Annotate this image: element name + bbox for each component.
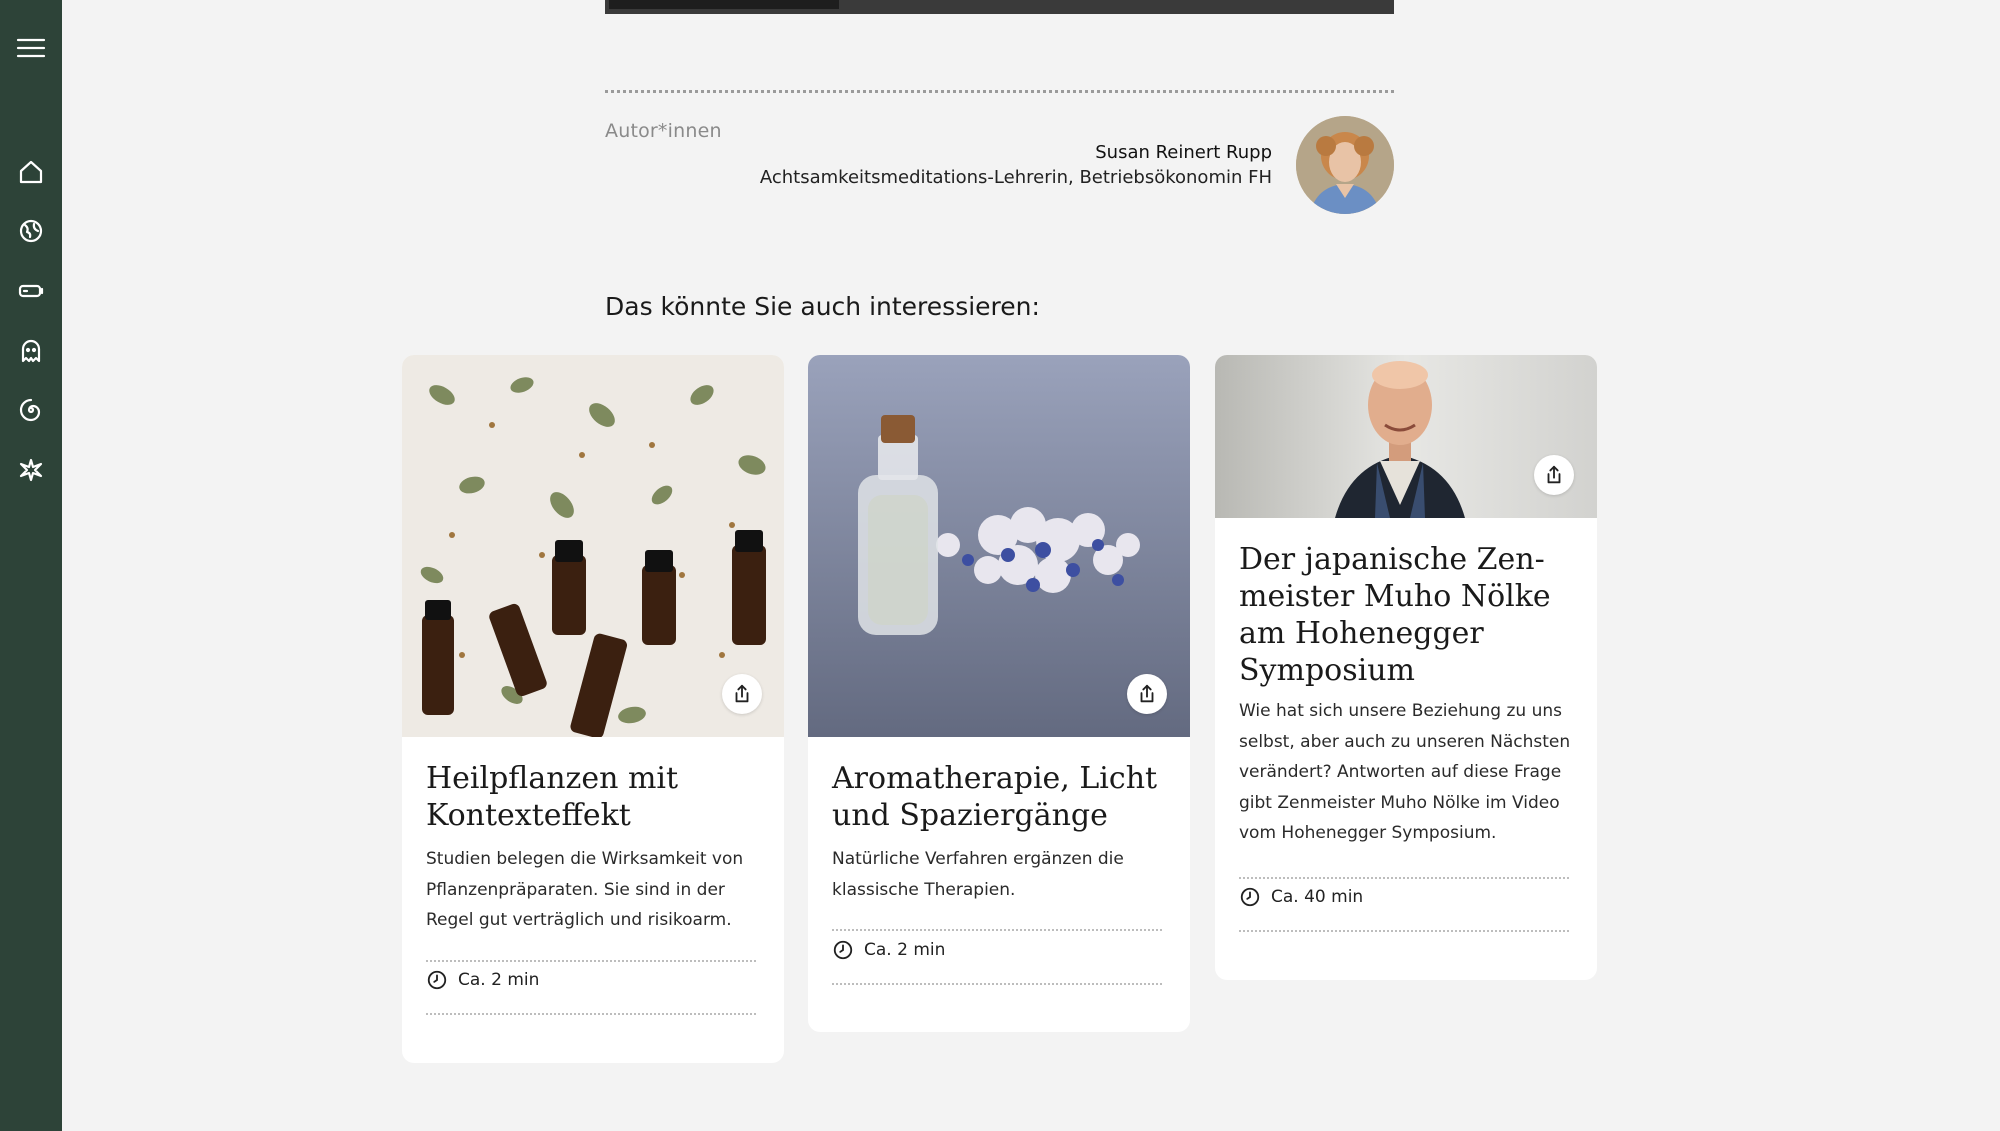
share-icon bbox=[735, 684, 749, 703]
card-description: Studien belegen die Wirksamkeit von Pfla… bbox=[426, 849, 744, 930]
divider bbox=[832, 983, 1162, 985]
divider bbox=[1239, 930, 1569, 932]
related-heading: Das könnte Sie auch interessieren: bbox=[605, 292, 1040, 321]
article-image-bottom bbox=[605, 0, 1394, 14]
share-button[interactable] bbox=[722, 674, 762, 714]
card-title[interactable]: Aromatherapie, Licht und Spaziergänge bbox=[832, 760, 1168, 834]
reading-time-label: Ca. 40 min bbox=[1271, 887, 1364, 907]
divider bbox=[605, 90, 1394, 93]
clock-icon bbox=[1240, 887, 1260, 907]
divider bbox=[832, 929, 1162, 931]
burst-icon[interactable] bbox=[11, 450, 51, 490]
author-name[interactable]: Susan Reinert Rupp bbox=[1095, 142, 1272, 163]
reading-time: Ca. 2 min bbox=[832, 939, 945, 961]
author-role: Achtsamkeitsmeditations-Lehrerin, Betrie… bbox=[759, 167, 1272, 188]
reading-time: Ca. 40 min bbox=[1239, 886, 1363, 908]
card-title[interactable]: Der japanische Zen-meister Muho Nölke am… bbox=[1239, 541, 1571, 689]
spiral-icon[interactable] bbox=[11, 390, 51, 430]
reading-time: Ca. 2 min bbox=[426, 969, 539, 991]
divider bbox=[426, 1013, 756, 1015]
battery-icon[interactable] bbox=[11, 271, 51, 311]
related-card[interactable]: Der japanische Zen-meister Muho Nölke am… bbox=[1215, 355, 1597, 980]
divider bbox=[426, 960, 756, 962]
author-avatar[interactable] bbox=[1296, 116, 1394, 214]
home-icon[interactable] bbox=[11, 152, 51, 192]
related-card[interactable]: Aromatherapie, Licht und Spaziergänge Na… bbox=[808, 355, 1190, 1032]
reading-time-label: Ca. 2 min bbox=[458, 970, 540, 990]
card-image bbox=[1215, 355, 1597, 518]
authors-label: Autor*innen bbox=[605, 120, 722, 142]
hamburger-menu-icon[interactable] bbox=[11, 28, 51, 68]
clock-icon bbox=[427, 970, 447, 990]
share-button[interactable] bbox=[1534, 455, 1574, 495]
card-title[interactable]: Heilpflanzen mit Kontexteffekt bbox=[426, 760, 762, 834]
globe-icon[interactable] bbox=[11, 211, 51, 251]
divider bbox=[1239, 877, 1569, 879]
clock-icon bbox=[833, 940, 853, 960]
sidebar bbox=[0, 0, 62, 1131]
share-icon bbox=[1547, 465, 1561, 484]
related-card[interactable]: Heilpflanzen mit Kontexteffekt Studien b… bbox=[402, 355, 784, 1063]
reading-time-label: Ca. 2 min bbox=[864, 940, 946, 960]
card-description: Wie hat sich unsere Beziehung zu uns sel… bbox=[1239, 701, 1571, 843]
card-description: Natürliche Verfahren ergänzen die klassi… bbox=[832, 849, 1124, 900]
ghost-icon[interactable] bbox=[11, 331, 51, 371]
share-button[interactable] bbox=[1127, 674, 1167, 714]
share-icon bbox=[1140, 684, 1154, 703]
